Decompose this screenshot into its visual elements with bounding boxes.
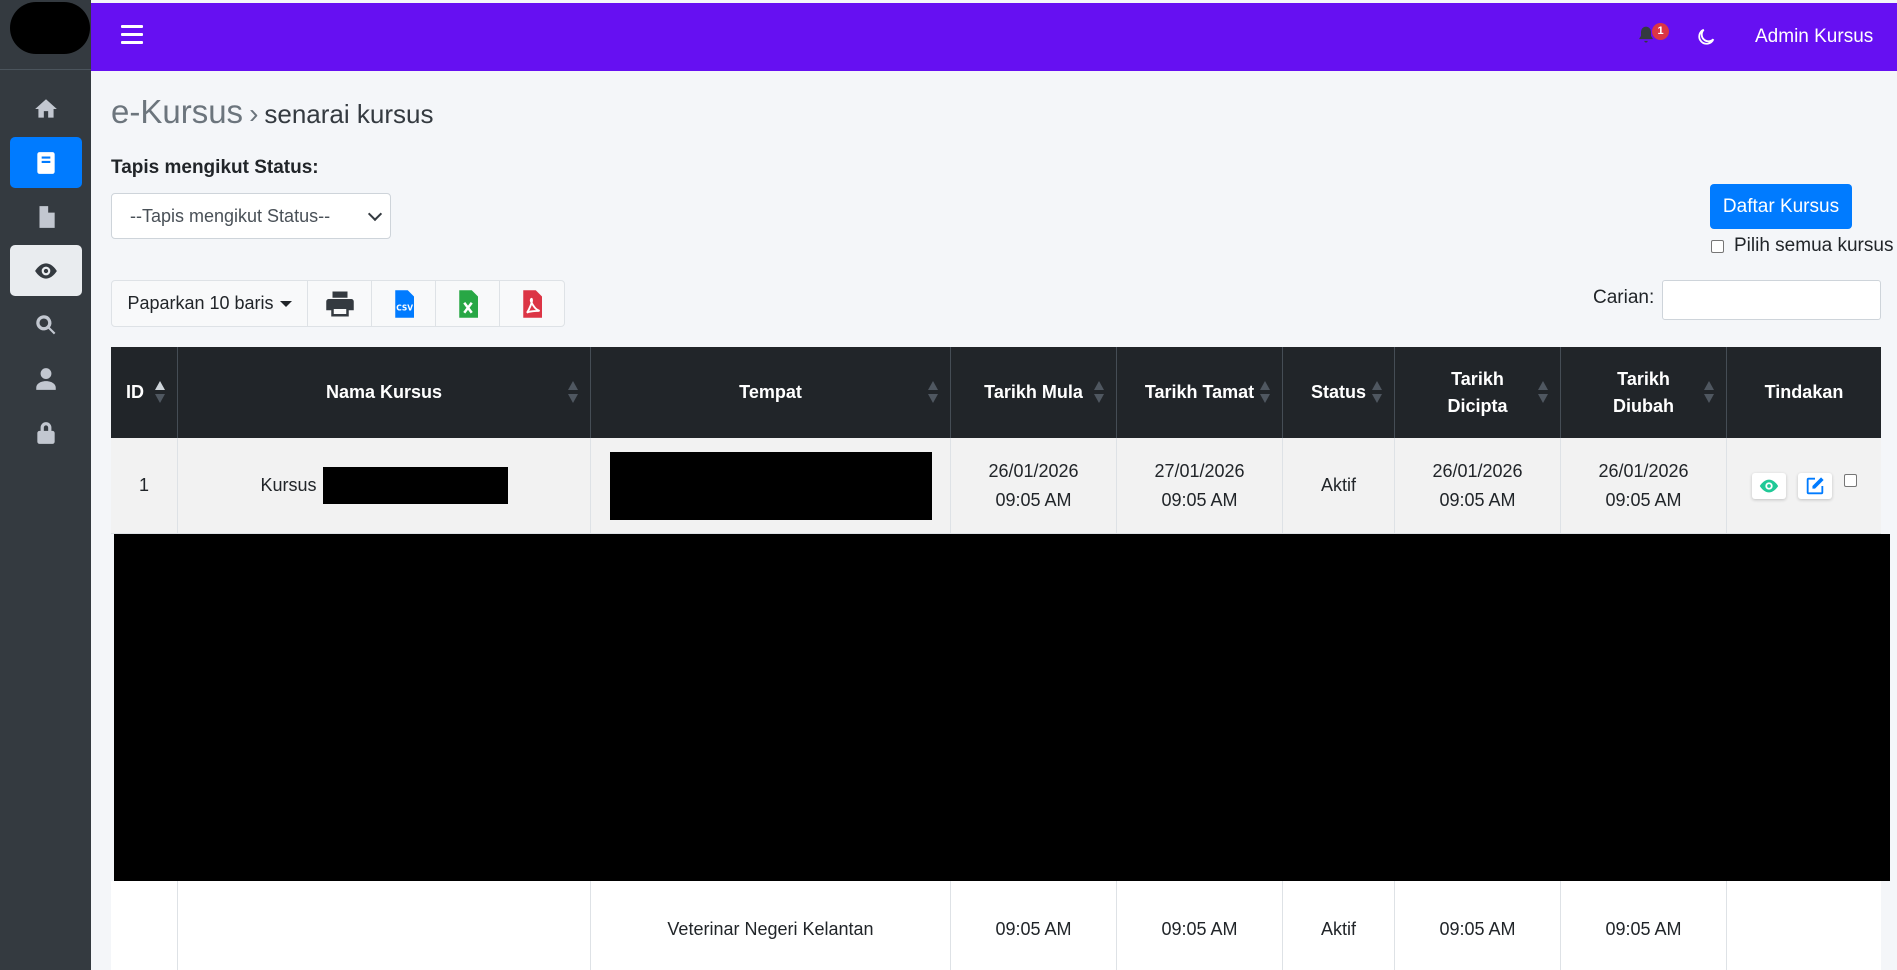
- book-icon: [37, 151, 55, 174]
- breadcrumb: e-Kursus › senarai kursus: [111, 93, 433, 131]
- cell-start-date: 09:05 AM: [951, 881, 1117, 970]
- user-menu[interactable]: Admin Kursus: [1755, 26, 1873, 48]
- cell-actions: [1727, 438, 1881, 533]
- table-toolbar: Paparkan 10 baris CSV: [111, 280, 565, 327]
- cell-actions: [1727, 881, 1881, 970]
- search-label: Carian:: [1593, 287, 1655, 308]
- excel-export-button[interactable]: [436, 281, 500, 326]
- home-icon: [35, 98, 57, 118]
- top-navbar: 1 Admin Kursus: [91, 3, 1897, 71]
- col-header-created[interactable]: Tarikh Dicipta: [1395, 347, 1561, 438]
- print-icon: [325, 291, 354, 316]
- main-content: e-Kursus › senarai kursus Tapis mengikut…: [91, 71, 1897, 970]
- sidebar-nav: [0, 70, 91, 458]
- sort-icon: [1260, 381, 1270, 403]
- pdf-icon: [523, 289, 542, 318]
- view-button[interactable]: [1751, 472, 1786, 499]
- search-icon: [36, 314, 56, 334]
- cell-course-name: [178, 881, 591, 970]
- brand: [0, 0, 91, 70]
- eye-icon: [35, 262, 57, 279]
- sidebar-item-view[interactable]: [10, 245, 82, 296]
- sidebar-item-profile[interactable]: [10, 353, 82, 404]
- sidebar-item-search[interactable]: [10, 299, 82, 350]
- cell-id: [111, 881, 178, 970]
- sidebar-item-home[interactable]: [10, 83, 82, 134]
- sidebar: [0, 0, 91, 970]
- sidebar-item-lock[interactable]: [10, 407, 82, 458]
- col-header-id[interactable]: ID: [111, 347, 178, 438]
- chevron-down-icon: [367, 206, 383, 222]
- breadcrumb-current: senarai kursus: [264, 99, 434, 129]
- cell-course-name: Kursus: [178, 438, 591, 533]
- menu-toggle-icon[interactable]: [121, 25, 143, 47]
- file-icon: [39, 205, 55, 228]
- register-course-button[interactable]: Daftar Kursus: [1710, 184, 1852, 229]
- user-icon: [36, 367, 56, 390]
- cell-end-date: 27/01/2026 09:05 AM: [1117, 438, 1283, 533]
- cell-created: 09:05 AM: [1395, 881, 1561, 970]
- cell-place: [591, 438, 951, 533]
- sidebar-item-documents[interactable]: [10, 191, 82, 242]
- sort-icon: [568, 381, 578, 403]
- status-filter-value: --Tapis mengikut Status--: [130, 205, 331, 226]
- cell-start-date: 26/01/2026 09:05 AM: [951, 438, 1117, 533]
- col-header-end-date[interactable]: Tarikh Tamat: [1117, 347, 1283, 438]
- search-input[interactable]: [1662, 280, 1881, 320]
- courses-table: ID Nama Kursus Tempat Tarikh Mula Tarikh…: [111, 347, 1881, 534]
- cell-place: Veterinar Negeri Kelantan: [591, 881, 951, 970]
- select-all-courses: Pilih semua kursus: [1711, 235, 1893, 257]
- row-checkbox[interactable]: [1843, 474, 1857, 487]
- status-filter-select[interactable]: --Tapis mengikut Status--: [111, 193, 391, 239]
- page-length-button[interactable]: Paparkan 10 baris: [112, 281, 308, 326]
- redacted-block: [609, 451, 932, 520]
- col-header-start-date[interactable]: Tarikh Mula: [951, 347, 1117, 438]
- csv-export-button[interactable]: CSV: [372, 281, 436, 326]
- cell-updated: 26/01/2026 09:05 AM: [1561, 438, 1727, 533]
- cell-id: 1: [111, 438, 178, 533]
- sort-icon: [1538, 381, 1548, 403]
- status-filter-label: Tapis mengikut Status:: [111, 157, 319, 178]
- print-button[interactable]: [308, 281, 372, 326]
- page-length-label: Paparkan 10 baris: [127, 293, 274, 313]
- cell-status: Aktif: [1283, 881, 1395, 970]
- select-all-label: Pilih semua kursus: [1734, 235, 1894, 256]
- sort-icon: [1094, 381, 1104, 403]
- col-header-course-name[interactable]: Nama Kursus: [178, 347, 591, 438]
- dark-mode-moon-icon[interactable]: [1695, 26, 1719, 50]
- col-header-actions: Tindakan: [1764, 382, 1844, 403]
- sort-ascending-icon: [155, 381, 165, 403]
- col-header-status[interactable]: Status: [1283, 347, 1395, 438]
- excel-icon: [458, 289, 478, 318]
- brand-logo[interactable]: [10, 2, 90, 54]
- sort-icon: [1704, 381, 1714, 403]
- edit-icon: [1806, 476, 1824, 494]
- notification-badge: 1: [1652, 23, 1669, 40]
- sort-icon: [1372, 381, 1382, 403]
- table-row-partial: Veterinar Negeri Kelantan 09:05 AM 09:05…: [111, 881, 1881, 970]
- redacted-block: [322, 467, 508, 504]
- col-header-updated[interactable]: Tarikh Diubah: [1561, 347, 1727, 438]
- svg-text:CSV: CSV: [396, 303, 413, 312]
- select-all-checkbox[interactable]: [1711, 239, 1724, 253]
- caret-down-icon: [279, 300, 292, 307]
- sort-icon: [928, 381, 938, 403]
- edit-button[interactable]: [1797, 472, 1832, 499]
- csv-icon: CSV: [394, 289, 414, 318]
- breadcrumb-separator: ›: [249, 98, 259, 129]
- table-header: ID Nama Kursus Tempat Tarikh Mula Tarikh…: [111, 347, 1881, 438]
- pdf-export-button[interactable]: [500, 281, 564, 326]
- table-row: 1 Kursus 26/01/2026 09:05 AM 27/01/2026 …: [111, 438, 1881, 534]
- cell-created: 26/01/2026 09:05 AM: [1395, 438, 1561, 533]
- redacted-block: [114, 534, 1890, 881]
- sidebar-item-courses[interactable]: [10, 137, 82, 188]
- lock-icon: [37, 421, 55, 444]
- cell-updated: 09:05 AM: [1561, 881, 1727, 970]
- breadcrumb-root[interactable]: e-Kursus: [111, 93, 243, 131]
- cell-end-date: 09:05 AM: [1117, 881, 1283, 970]
- course-name-prefix: Kursus: [260, 475, 317, 496]
- eye-icon: [1759, 479, 1778, 492]
- col-header-place[interactable]: Tempat: [591, 347, 951, 438]
- cell-status: Aktif: [1283, 438, 1395, 533]
